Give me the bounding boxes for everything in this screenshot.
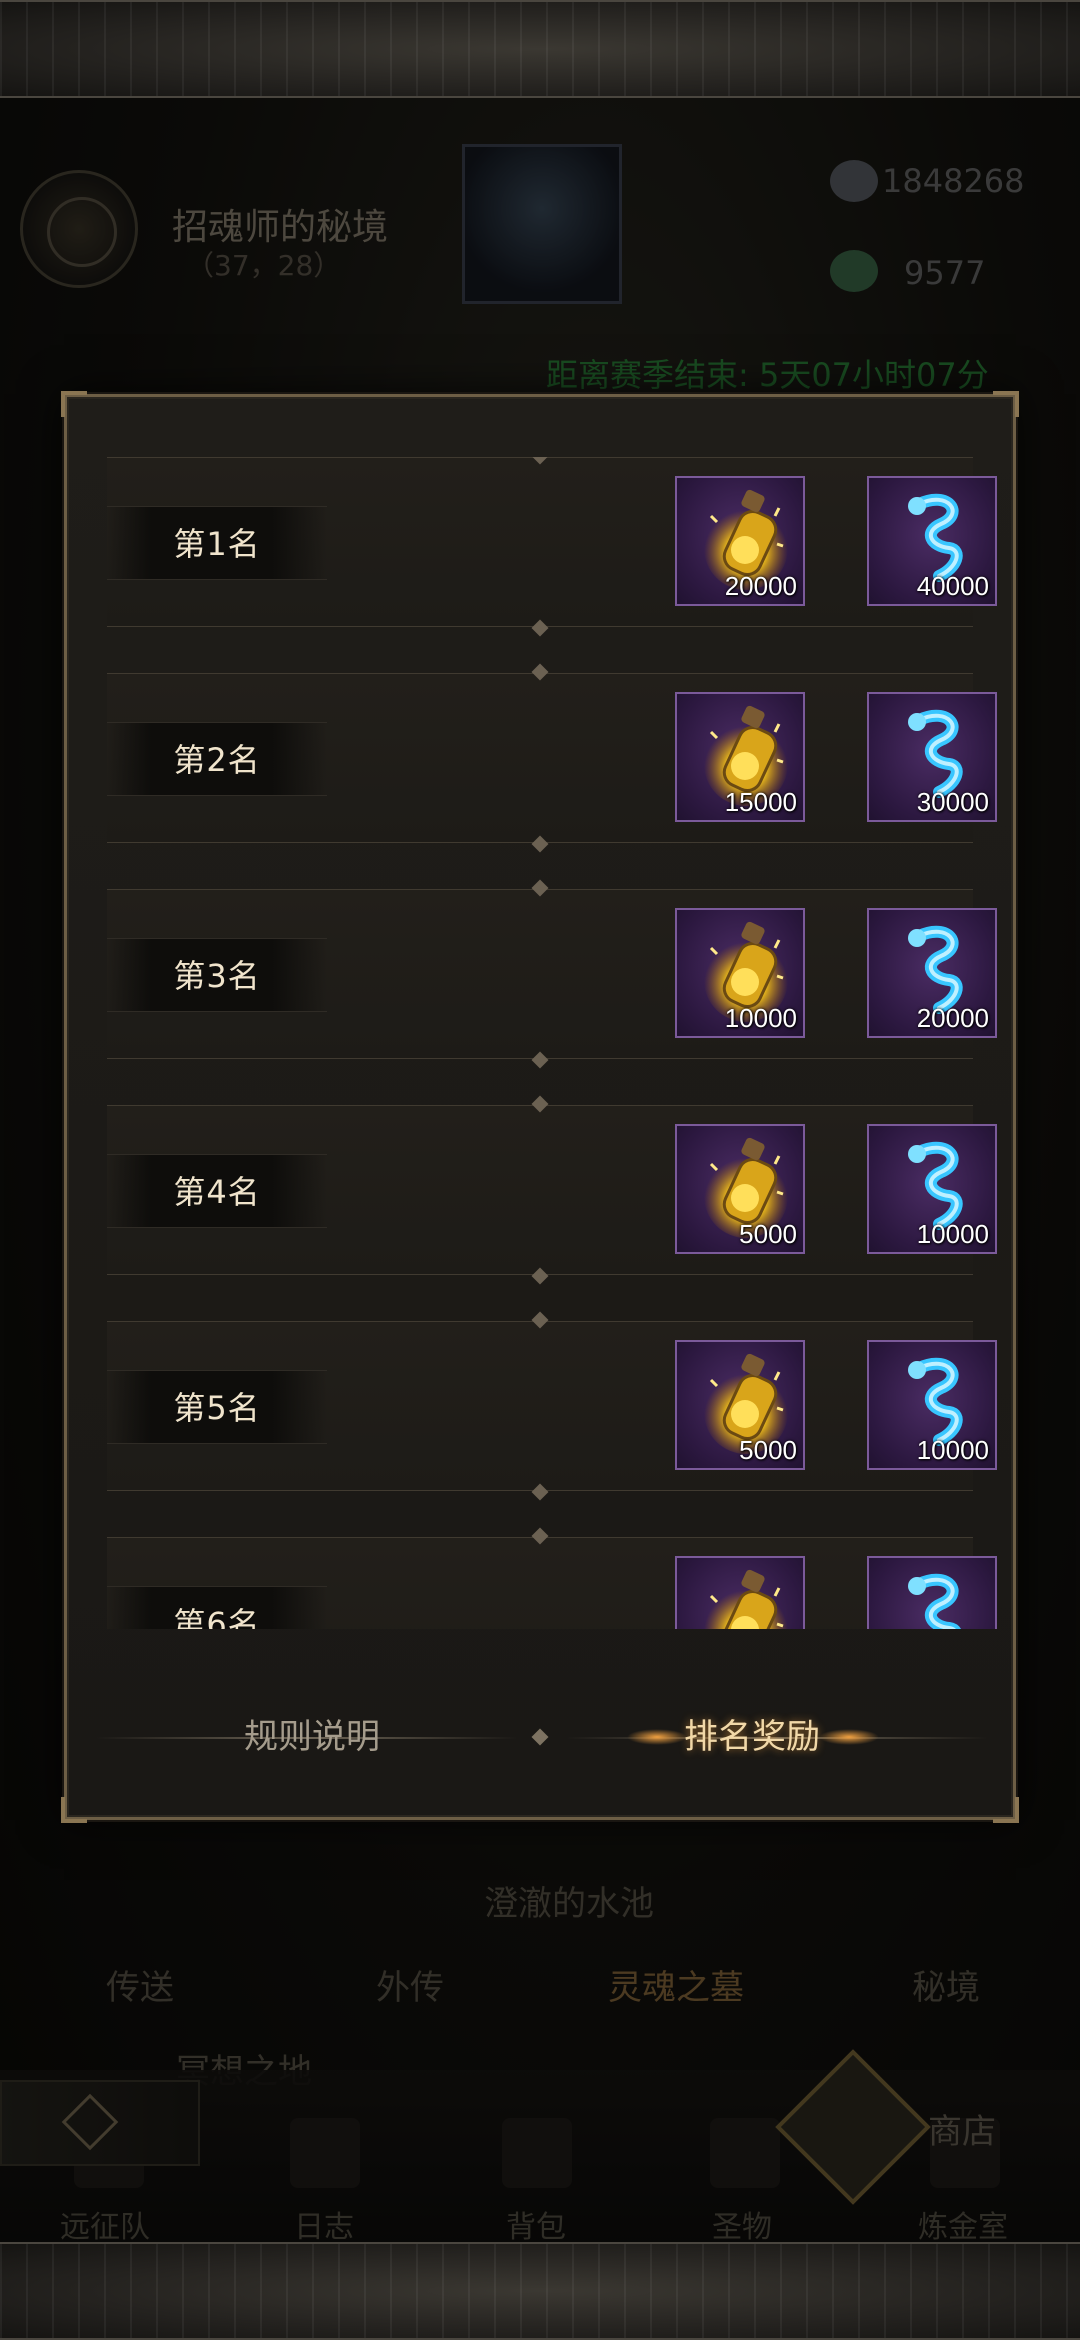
bottom-frame-ornament [0, 2242, 1080, 2340]
reward-row: 第1名 20000 40000 [107, 457, 997, 627]
panel-corner [993, 391, 1019, 417]
reward-row: 第3名 10000 20000 [107, 889, 997, 1059]
rank-label: 第3名 [173, 957, 261, 995]
gold-potion-quantity: 15000 [724, 787, 797, 817]
rank-plate: 第3名 [107, 938, 327, 1012]
rank-plate: 第6名 [107, 1586, 327, 1629]
soul-wisp-icon [908, 1573, 961, 1629]
gold-potion-quantity: 20000 [724, 571, 797, 601]
gold-potion-item[interactable]: 5000 [675, 1340, 805, 1470]
ranking-rewards-panel: 第1名 20000 40000 第2名 15000 30000 第3名 10000 20000 第… [61, 391, 1019, 1823]
panel-corner [61, 391, 87, 417]
gold-potion-quantity: 10000 [724, 1003, 797, 1033]
soul-wisp-item[interactable]: 30000 [867, 692, 997, 822]
rank-plate: 第4名 [107, 1154, 327, 1228]
rank-label: 第1名 [173, 525, 261, 563]
rank-plate: 第5名 [107, 1370, 327, 1444]
active-tab-glow-right [819, 1729, 879, 1745]
soul-wisp-quantity: 10000 [916, 1219, 989, 1249]
tab-rules[interactable]: 规则说明 [227, 1709, 397, 1765]
soul-wisp-item[interactable]: 20000 [867, 908, 997, 1038]
reward-row: 第5名 5000 10000 [107, 1321, 997, 1491]
gold-potion-item[interactable]: 20000 [675, 476, 805, 606]
gold-potion-item[interactable]: 15000 [675, 692, 805, 822]
reward-row: 第6名 [107, 1537, 997, 1629]
rank-plate: 第1名 [107, 506, 327, 580]
reward-row: 第2名 15000 30000 [107, 673, 997, 843]
panel-corner [993, 1797, 1019, 1823]
panel-corner [61, 1797, 87, 1823]
gold-potion-quantity: 5000 [739, 1219, 797, 1249]
soul-wisp-item[interactable]: 10000 [867, 1124, 997, 1254]
tab-separator-dot [531, 1728, 549, 1746]
panel-tab-bar: 规则说明 排名奖励 [67, 1697, 1013, 1777]
gold-potion-item[interactable] [675, 1556, 805, 1629]
top-frame-ornament [0, 0, 1080, 98]
rank-label: 第5名 [173, 1389, 261, 1427]
rank-label: 第2名 [173, 741, 261, 779]
gold-potion-icon [704, 1569, 788, 1629]
reward-list[interactable]: 第1名 20000 40000 第2名 15000 30000 第3名 10000 20000 第… [67, 457, 1013, 1629]
soul-wisp-quantity: 20000 [916, 1003, 989, 1033]
gold-potion-item[interactable]: 10000 [675, 908, 805, 1038]
rank-label: 第4名 [173, 1173, 261, 1211]
soul-wisp-item[interactable]: 40000 [867, 476, 997, 606]
soul-wisp-quantity: 40000 [916, 571, 989, 601]
gold-potion-item[interactable]: 5000 [675, 1124, 805, 1254]
soul-wisp-item[interactable] [867, 1556, 997, 1629]
soul-wisp-item[interactable]: 10000 [867, 1340, 997, 1470]
rank-plate: 第2名 [107, 722, 327, 796]
tab-ranking-rewards[interactable]: 排名奖励 [667, 1709, 837, 1765]
reward-row: 第4名 5000 10000 [107, 1105, 997, 1275]
gold-potion-quantity: 5000 [739, 1435, 797, 1465]
soul-wisp-quantity: 30000 [916, 787, 989, 817]
soul-wisp-quantity: 10000 [916, 1435, 989, 1465]
rank-label: 第6名 [173, 1605, 261, 1629]
